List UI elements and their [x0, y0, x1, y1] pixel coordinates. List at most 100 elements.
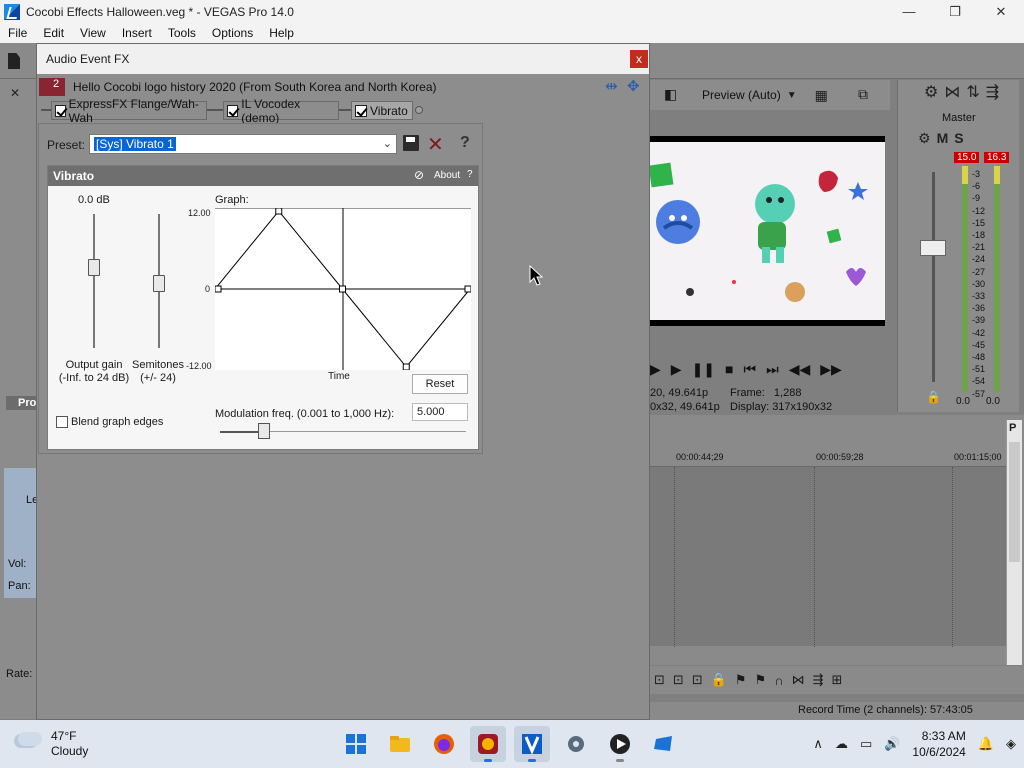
blend-edges-checkbox[interactable]: Blend graph edges: [56, 416, 163, 428]
marker-p[interactable]: P: [1009, 422, 1016, 434]
reset-button[interactable]: Reset: [412, 374, 468, 394]
about-icon[interactable]: ⊘: [414, 168, 424, 182]
master-fx-icons[interactable]: ⚙⋈⇅⇶: [924, 82, 1005, 102]
marker-icon[interactable]: ⚑: [735, 672, 747, 688]
go-to-start-icon[interactable]: ⏮: [744, 361, 757, 378]
overlays-icon[interactable]: ▦: [815, 87, 828, 104]
file-explorer-button[interactable]: [382, 726, 418, 762]
display-icon[interactable]: ▭: [860, 736, 872, 752]
menu-view[interactable]: View: [72, 26, 114, 40]
chevron-down-icon[interactable]: ▼: [787, 90, 797, 101]
graph-point-handle[interactable]: [464, 285, 472, 293]
play-icon[interactable]: ▶: [671, 361, 682, 378]
mod-freq-input[interactable]: 5.000: [412, 403, 468, 421]
preview-split-icon[interactable]: ◧: [664, 86, 677, 103]
restore-button[interactable]: ❐: [932, 0, 978, 23]
menu-insert[interactable]: Insert: [114, 26, 160, 40]
lock-tool-icon[interactable]: 🔒: [711, 672, 727, 688]
menu-help[interactable]: Help: [261, 26, 302, 40]
menu-edit[interactable]: Edit: [35, 26, 72, 40]
auto-crossfade-icon[interactable]: ⋈: [792, 672, 805, 688]
save-preset-icon[interactable]: [403, 135, 419, 151]
plugin-tab-vocodex[interactable]: IL Vocodex (demo): [223, 97, 339, 125]
help-icon[interactable]: ?: [460, 134, 470, 152]
checkbox-box[interactable]: [56, 416, 68, 428]
minimize-button[interactable]: —: [886, 0, 932, 23]
snapping-icon[interactable]: ∩: [774, 673, 783, 688]
graph-point-handle[interactable]: [402, 363, 410, 371]
graph-point-handle[interactable]: [275, 207, 283, 215]
app-button-red[interactable]: [470, 726, 506, 762]
dialog-title-bar[interactable]: Audio Event FX x: [37, 44, 649, 74]
cloud-icon[interactable]: [18, 732, 42, 746]
weather-condition[interactable]: Cloudy: [51, 744, 88, 758]
master-mute-solo[interactable]: ⚙MS: [918, 130, 970, 147]
output-gain-track[interactable]: [93, 214, 95, 348]
vegas-taskbar-button[interactable]: [514, 726, 550, 762]
clock[interactable]: 8:33 AM 10/6/2024: [912, 728, 965, 760]
new-project-icon[interactable]: [8, 53, 20, 69]
close-window-button[interactable]: ✕: [978, 0, 1024, 23]
modulation-graph[interactable]: [214, 207, 472, 371]
timeline-scrollbar[interactable]: P: [1006, 420, 1022, 665]
tray-chevron-icon[interactable]: ∧: [813, 736, 823, 752]
about-link[interactable]: About: [434, 170, 460, 181]
output-gain-slider[interactable]: [88, 259, 100, 276]
trim-start-icon[interactable]: ⊡: [673, 672, 684, 688]
start-button[interactable]: [338, 726, 374, 762]
stop-icon[interactable]: ■: [725, 361, 733, 377]
next-frame-icon[interactable]: ▶▶: [820, 361, 842, 378]
close-pane-icon[interactable]: ✕: [10, 86, 20, 100]
play-from-start-icon[interactable]: ▶: [650, 361, 661, 378]
menu-tools[interactable]: Tools: [160, 26, 204, 40]
preview-quality-dropdown[interactable]: Preview (Auto): [702, 88, 781, 102]
go-to-end-icon[interactable]: ⏭: [766, 361, 779, 378]
notification-bell-icon[interactable]: 🔔: [978, 736, 994, 752]
menu-file[interactable]: File: [0, 26, 35, 40]
graph-svg[interactable]: [214, 207, 472, 371]
prev-frame-icon[interactable]: ◀◀: [789, 361, 811, 378]
region-icon[interactable]: ⚑: [755, 672, 767, 688]
lock-icon[interactable]: 🔒: [926, 390, 941, 404]
menu-options[interactable]: Options: [204, 26, 261, 40]
graph-point-handle[interactable]: [339, 285, 346, 293]
delete-preset-icon[interactable]: ✕: [427, 132, 444, 157]
semitones-slider[interactable]: [153, 275, 165, 292]
chevron-down-icon[interactable]: ⌄: [383, 137, 392, 150]
plugin-enable-checkbox[interactable]: [355, 104, 367, 117]
mod-freq-slider[interactable]: [258, 423, 270, 439]
track-header[interactable]: Le Vol: Pan:: [4, 468, 38, 598]
plugin-tab-flange[interactable]: ExpressFX Flange/Wah-Wah: [51, 97, 207, 125]
plug-in-chain-icon[interactable]: ⇹: [605, 77, 618, 95]
master-fx-icon[interactable]: ⚙: [918, 130, 937, 146]
track-area[interactable]: [650, 466, 1006, 647]
mute-button[interactable]: M: [937, 130, 955, 146]
plugin-enable-checkbox[interactable]: [55, 104, 66, 117]
graph-point-handle[interactable]: [214, 285, 222, 293]
firefox-button[interactable]: [426, 726, 462, 762]
master-fader-handle[interactable]: [920, 240, 946, 256]
time-ruler[interactable]: 00:00:44;29 00:00:59;28 00:01:15;00: [650, 450, 1006, 466]
copy-snapshot-icon[interactable]: ⧉: [858, 86, 868, 103]
dialog-close-button[interactable]: x: [630, 50, 648, 68]
settings-button[interactable]: [558, 726, 594, 762]
preset-dropdown[interactable]: [Sys] Vibrato 1 ⌄: [89, 134, 397, 154]
solo-button[interactable]: S: [954, 130, 969, 146]
app-button-blue[interactable]: [646, 726, 682, 762]
trim-end-icon[interactable]: ⊡: [692, 672, 703, 688]
weather-temp[interactable]: 47°F: [51, 729, 76, 743]
copilot-icon[interactable]: ◈: [1006, 736, 1016, 752]
ripple-icon[interactable]: ⇶: [813, 672, 824, 688]
media-player-button[interactable]: [602, 726, 638, 762]
plugin-tab-vibrato[interactable]: Vibrato: [351, 101, 413, 120]
plug-in-chooser-icon[interactable]: ✥: [627, 77, 640, 95]
master-fader-track[interactable]: [932, 172, 935, 382]
pause-icon[interactable]: ❚❚: [692, 361, 715, 378]
volume-icon[interactable]: 🔊: [884, 736, 900, 752]
plugin-enable-checkbox[interactable]: [227, 104, 239, 117]
selection-tool-icon[interactable]: ⊞: [831, 672, 842, 688]
network-icon[interactable]: ☁: [835, 736, 848, 752]
trim-icon[interactable]: ⊡: [654, 672, 665, 688]
scrollbar-thumb[interactable]: [1009, 442, 1020, 562]
about-help-icon[interactable]: ?: [467, 169, 473, 180]
